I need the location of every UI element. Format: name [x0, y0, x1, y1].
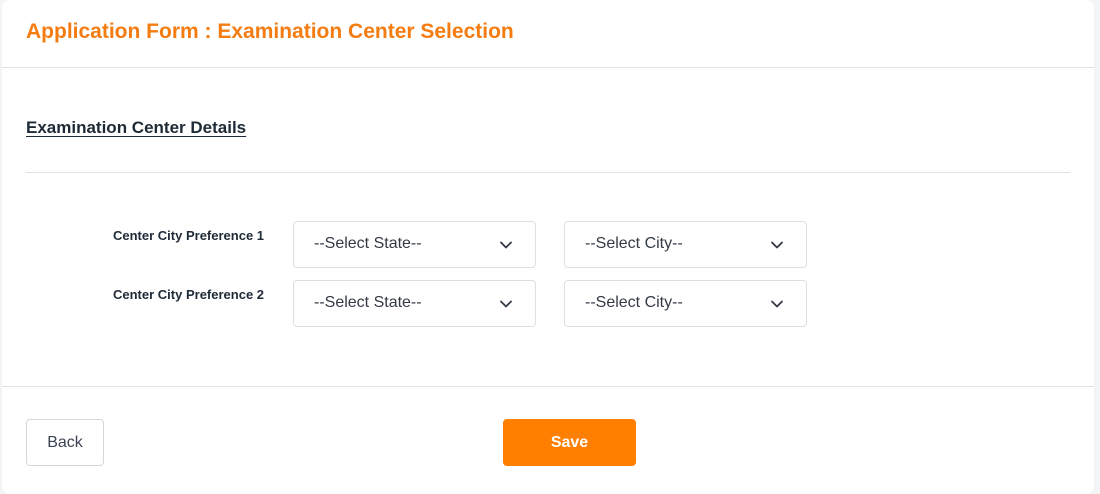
- page-title: Application Form : Examination Center Se…: [26, 20, 514, 43]
- preference-1-city-select[interactable]: --Select City--: [564, 221, 807, 268]
- card-header: Application Form : Examination Center Se…: [2, 0, 1094, 68]
- preference-1-state-select[interactable]: --Select State--: [293, 221, 536, 268]
- preference-2-city-value: --Select City--: [585, 294, 683, 311]
- preference-2-state-value: --Select State--: [314, 294, 422, 311]
- application-form-card: Application Form : Examination Center Se…: [2, 0, 1094, 494]
- preference-1-city-value: --Select City--: [585, 235, 683, 252]
- chevron-down-icon: [500, 241, 512, 249]
- chevron-down-icon: [500, 300, 512, 308]
- preference-1-label: Center City Preference 1: [113, 228, 265, 243]
- back-button[interactable]: Back: [26, 419, 104, 466]
- section-divider: [26, 172, 1070, 173]
- chevron-down-icon: [771, 300, 783, 308]
- preference-2-state-select[interactable]: --Select State--: [293, 280, 536, 327]
- chevron-down-icon: [771, 241, 783, 249]
- footer-divider: [2, 386, 1094, 387]
- section-title: Examination Center Details: [26, 118, 247, 137]
- preference-1-state-value: --Select State--: [314, 235, 422, 252]
- save-button[interactable]: Save: [503, 419, 636, 466]
- preference-2-label: Center City Preference 2: [113, 287, 265, 302]
- preference-2-city-select[interactable]: --Select City--: [564, 280, 807, 327]
